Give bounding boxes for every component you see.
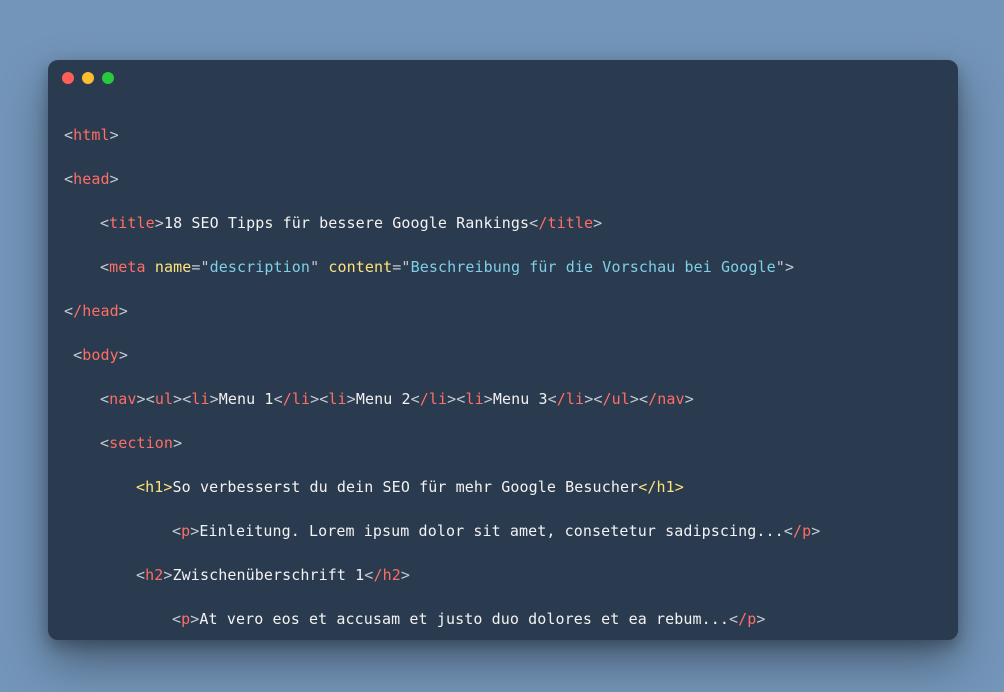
meta-content-value: Beschreibung für die Vorschau bei Google: [411, 258, 776, 276]
meta-name-value: description: [210, 258, 310, 276]
code-line: <title>18 SEO Tipps für bessere Google R…: [64, 212, 942, 234]
code-line: <h2>Zwischenüberschrift 1</h2>: [64, 564, 942, 586]
tag-p-open: p: [181, 522, 190, 540]
attr-content: content: [328, 258, 392, 276]
p1-text: Einleitung. Lorem ipsum dolor sit amet, …: [199, 522, 783, 540]
tag-head-open: head: [73, 170, 110, 188]
code-line: <nav><ul><li>Menu 1</li><li>Menu 2</li><…: [64, 388, 942, 410]
tag-nav-close: /nav: [648, 390, 685, 408]
tag-li-close: /li: [557, 390, 584, 408]
code-line: <body>: [64, 344, 942, 366]
tag-li-open: li: [328, 390, 346, 408]
tag-body-open: body: [82, 346, 119, 364]
tag-section-open: section: [109, 434, 173, 452]
menu-item-1: Menu 1: [219, 390, 274, 408]
tag-p-close: /p: [738, 610, 756, 628]
menu-item-3: Menu 3: [493, 390, 548, 408]
code-area: <html> <head> <title>18 SEO Tipps für be…: [48, 96, 958, 640]
tag-h1-close: /h1: [647, 478, 674, 496]
code-line: <section>: [64, 432, 942, 454]
menu-item-2: Menu 2: [356, 390, 411, 408]
code-line: <meta name="description" content="Beschr…: [64, 256, 942, 278]
tag-li-open: li: [191, 390, 209, 408]
tag-title-open: title: [109, 214, 155, 232]
tag-nav-open: nav: [109, 390, 136, 408]
tag-html-open: html: [73, 126, 110, 144]
code-line: <html>: [64, 124, 942, 146]
code-line: <head>: [64, 168, 942, 190]
code-line: </head>: [64, 300, 942, 322]
h2-text: Zwischenüberschrift 1: [173, 566, 365, 584]
stage: <html> <head> <title>18 SEO Tipps für be…: [0, 0, 1004, 692]
title-text: 18 SEO Tipps für bessere Google Rankings: [164, 214, 529, 232]
tag-head-close: /head: [73, 302, 119, 320]
tag-li-open: li: [465, 390, 483, 408]
code-line: <h1>So verbesserst du dein SEO für mehr …: [64, 476, 942, 498]
tag-h1-open: h1: [145, 478, 163, 496]
code-window: <html> <head> <title>18 SEO Tipps für be…: [48, 60, 958, 640]
tag-li-close: /li: [420, 390, 447, 408]
tag-h2-close: /h2: [373, 566, 400, 584]
window-titlebar: [48, 60, 958, 96]
tag-p-open: p: [181, 610, 190, 628]
tag-p-close: /p: [793, 522, 811, 540]
code-line: <p>Einleitung. Lorem ipsum dolor sit ame…: [64, 520, 942, 542]
zoom-icon[interactable]: [102, 72, 114, 84]
minimize-icon[interactable]: [82, 72, 94, 84]
tag-ul-open: ul: [155, 390, 173, 408]
h1-text: So verbesserst du dein SEO für mehr Goog…: [173, 478, 639, 496]
code-line: <p>At vero eos et accusam et justo duo d…: [64, 608, 942, 630]
p2-text: At vero eos et accusam et justo duo dolo…: [199, 610, 729, 628]
tag-h2-open: h2: [145, 566, 163, 584]
tag-title-close: /title: [538, 214, 593, 232]
tag-meta: meta: [109, 258, 146, 276]
tag-li-close: /li: [283, 390, 310, 408]
attr-name: name: [155, 258, 192, 276]
close-icon[interactable]: [62, 72, 74, 84]
tag-ul-close: /ul: [602, 390, 629, 408]
